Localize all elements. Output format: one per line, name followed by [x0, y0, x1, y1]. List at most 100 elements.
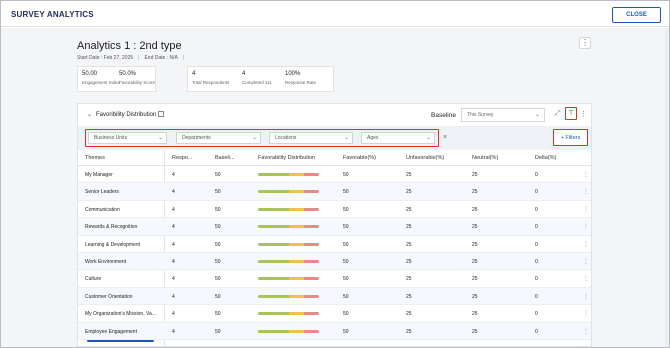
row-menu-kebab-icon[interactable]: ⋮ [583, 171, 589, 178]
column-header-favorable[interactable]: Favorable(%) [343, 155, 376, 161]
column-header-baseline[interactable]: Baseli... [215, 155, 235, 161]
delta-cell: 0 [535, 206, 538, 213]
respondents-cell: 4 [172, 206, 175, 213]
date-separator: | [182, 55, 185, 61]
stat-label: Completed 111 [242, 80, 272, 85]
favorability-bar [258, 277, 319, 281]
row-menu-kebab-icon[interactable]: ⋮ [583, 241, 589, 248]
row-menu-kebab-icon[interactable]: ⋮ [583, 293, 589, 300]
table-row[interactable]: Employee Engagement 4 50 50 25 25 0 ⋮ [78, 322, 591, 340]
table-row[interactable]: My Manager 4 50 50 25 25 0 ⋮ [78, 166, 591, 184]
add-filters-button[interactable]: + Filters [553, 129, 588, 146]
column-header-distribution[interactable]: Favorability Distribution [258, 155, 315, 161]
unfavorable-cell: 25 [406, 276, 412, 283]
filter-toggle-button[interactable]: ⊤ [565, 107, 577, 120]
external-link-icon[interactable] [158, 111, 164, 117]
baseline-label: Baseline [431, 112, 456, 119]
baseline-value: This Survey [467, 112, 494, 118]
theme-cell: Culture [85, 276, 102, 283]
theme-cell: Customer Orientation [85, 293, 133, 300]
neutral-cell: 25 [472, 328, 478, 335]
row-menu-kebab-icon[interactable]: ⋮ [583, 258, 589, 265]
vertical-scrollbar[interactable] [665, 28, 669, 347]
neutral-cell: 25 [472, 206, 478, 213]
theme-cell: My Manager [85, 172, 113, 178]
column-header-neutral[interactable]: Neutral(%) [472, 155, 498, 161]
table-row[interactable]: Communication 4 50 50 25 25 0 ⋮ [78, 201, 591, 219]
unfavorable-cell: 25 [406, 172, 412, 178]
respondents-cell: 4 [172, 172, 175, 178]
table-row[interactable]: Rewards & Recognition 4 50 50 25 25 0 ⋮ [78, 218, 591, 236]
favorable-cell: 50 [343, 311, 349, 318]
end-date: End Date : N/A [144, 55, 178, 61]
engagement-card: 50.00 Engagement Index 50.0% Favorabilit… [77, 66, 156, 92]
baseline-cell: 50 [215, 172, 221, 178]
respondents-cell: 4 [172, 189, 175, 196]
unfavorable-cell: 25 [406, 311, 412, 318]
clear-filters-icon[interactable]: × [443, 134, 447, 141]
column-header-respondents[interactable]: Respo... [172, 155, 192, 161]
panel-menu-kebab-icon[interactable]: ⋮ [580, 110, 587, 118]
expand-icon[interactable]: ⤢ [555, 110, 561, 118]
neutral-segment [288, 260, 304, 263]
business-units-filter[interactable]: Business Units ⌄ [88, 132, 167, 144]
respondents-cell: 4 [172, 224, 175, 231]
neutral-segment [288, 207, 304, 211]
departments-filter[interactable]: Departments ⌄ [176, 132, 261, 144]
column-header-delta[interactable]: Delta(%) [535, 155, 556, 161]
favorable-cell: 50 [343, 241, 349, 248]
row-menu-kebab-icon[interactable]: ⋮ [583, 188, 589, 195]
neutral-cell: 25 [472, 224, 478, 231]
row-menu-kebab-icon[interactable]: ⋮ [583, 223, 589, 230]
engagement-index-stat: 50.00 Engagement Index [82, 71, 120, 85]
total-respondents-stat: 4 Total Respondents [192, 71, 229, 85]
stat-label: Favorability Score [119, 80, 156, 85]
neutral-segment [288, 190, 304, 194]
close-button[interactable]: CLOSE [612, 7, 661, 23]
unfavorable-segment [303, 173, 319, 176]
theme-cell: Communication [85, 206, 120, 213]
neutral-cell: 25 [472, 172, 478, 178]
chevron-down-icon: ⌄ [534, 112, 540, 118]
table-row[interactable]: My Organization's Mission, Va... 4 50 50 25 2… [78, 305, 591, 323]
neutral-segment [288, 225, 304, 229]
page-title: Analytics 1 : 2nd type [77, 40, 182, 52]
locations-filter[interactable]: Locations ⌄ [269, 132, 353, 144]
favorable-cell: 50 [343, 259, 349, 265]
table-row[interactable]: Customer Orientation 4 50 50 25 25 0 ⋮ [78, 287, 591, 306]
baseline-select[interactable]: This Survey ⌄ [461, 108, 545, 122]
filter-dropdown-group: Business Units ⌄ Departments ⌄ Locations… [85, 129, 439, 147]
collapse-chevron-icon[interactable]: ⌄ [87, 111, 92, 118]
table-row[interactable]: Learning & Development 4 50 50 25 25 0 ⋮ [78, 236, 591, 253]
delta-cell: 0 [535, 224, 538, 231]
table-row[interactable]: Senior Leaders 4 50 50 25 25 0 ⋮ [78, 183, 591, 201]
baseline-cell: 50 [215, 206, 221, 213]
unfavorable-cell: 25 [406, 259, 412, 265]
row-menu-kebab-icon[interactable]: ⋮ [583, 275, 589, 282]
favorability-panel: ⌄ Favoribility Distribution Baseline Thi… [77, 103, 592, 347]
row-menu-kebab-icon[interactable]: ⋮ [583, 206, 589, 213]
unfavorable-cell: 25 [406, 224, 412, 231]
baseline-cell: 50 [215, 276, 221, 283]
filter-label: Departments [182, 135, 211, 141]
page-menu-kebab-icon[interactable]: ⋮ [579, 37, 591, 49]
start-date: Start Date : Feb 27, 2025 [77, 55, 134, 61]
stat-label: Total Respondents [192, 80, 230, 85]
table-row[interactable]: Culture 4 50 50 25 25 0 ⋮ [78, 270, 591, 288]
row-menu-kebab-icon[interactable]: ⋮ [583, 310, 589, 317]
stat-value: 100% [285, 71, 301, 77]
favorability-bar [258, 225, 319, 229]
unfavorable-segment [303, 329, 319, 333]
row-menu-kebab-icon[interactable]: ⋮ [583, 328, 589, 335]
neutral-segment [288, 242, 304, 246]
column-header-themes[interactable]: Themes [85, 155, 105, 161]
favorable-segment [258, 312, 289, 316]
column-header-unfavorable[interactable]: Unfavorable(%) [406, 155, 444, 161]
ages-filter[interactable]: Ages ⌄ [361, 132, 435, 144]
favorable-cell: 50 [343, 189, 349, 196]
favorable-segment [258, 173, 289, 176]
horizontal-scrollbar[interactable] [87, 340, 154, 342]
unfavorable-cell: 25 [406, 241, 412, 248]
table-row[interactable]: Work Environment 4 50 50 25 25 0 ⋮ [78, 253, 591, 271]
filter-label: Locations [275, 135, 297, 141]
